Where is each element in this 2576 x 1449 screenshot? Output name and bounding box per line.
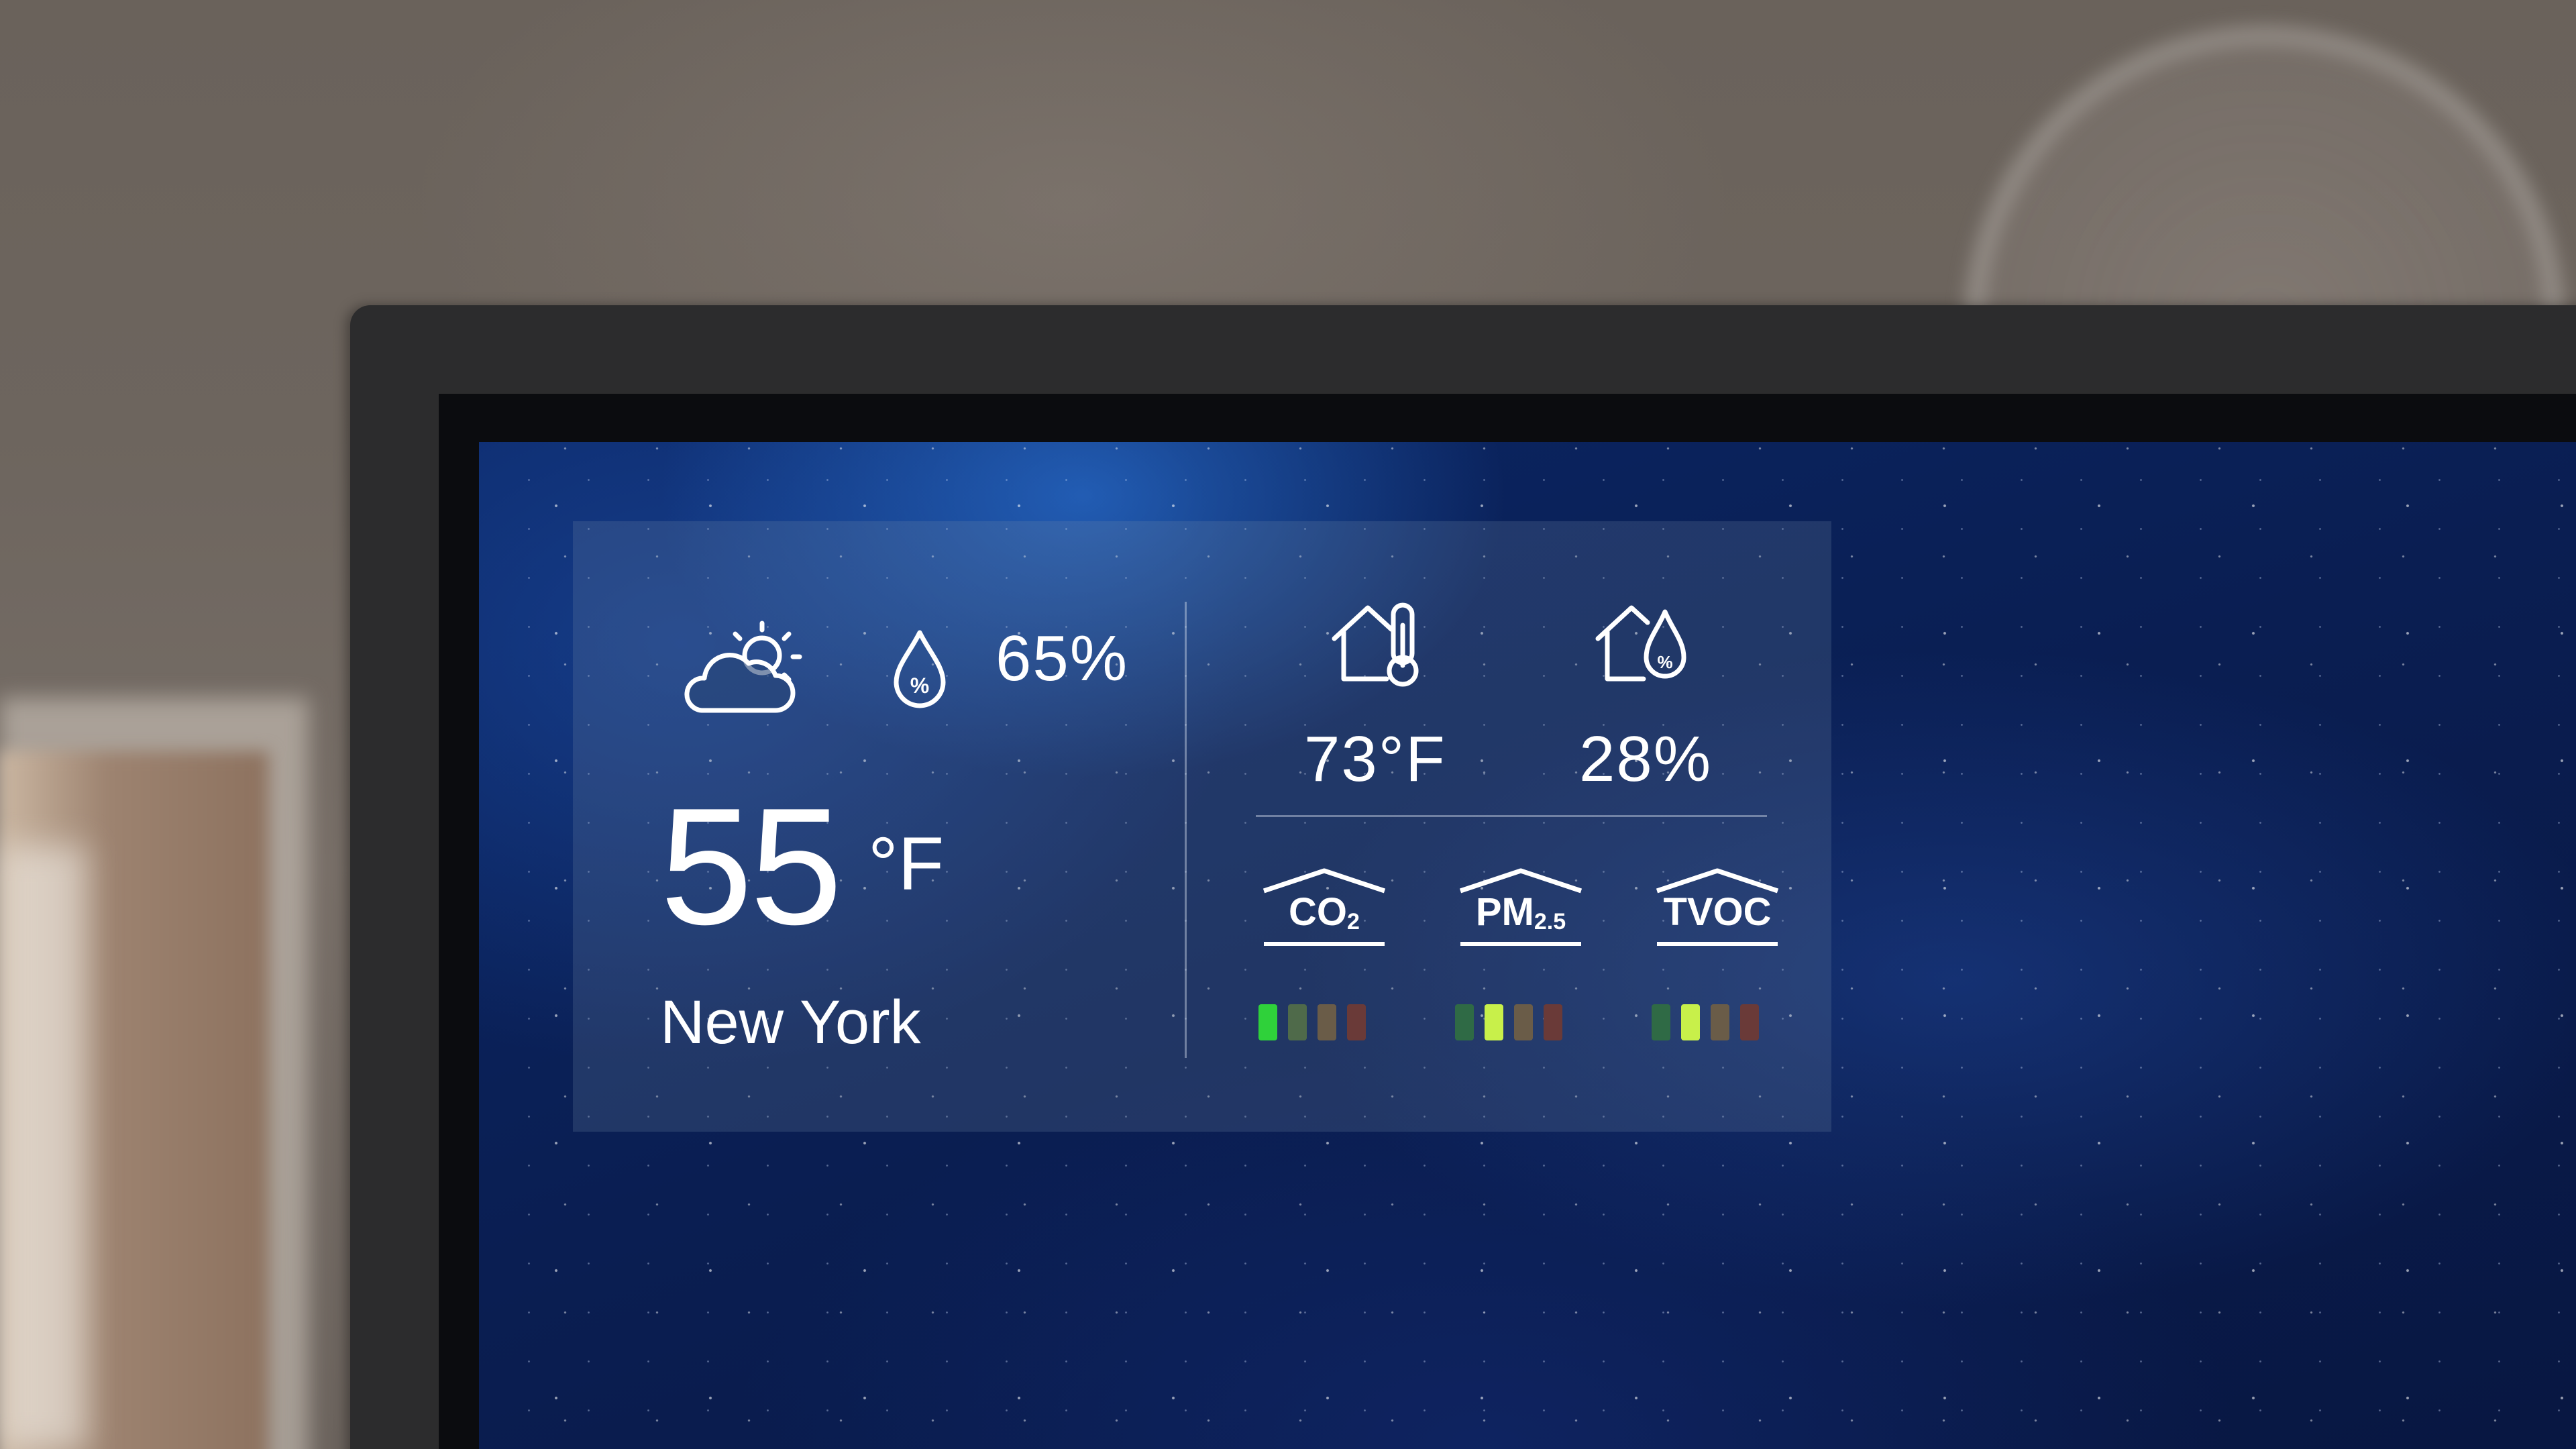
level-segment xyxy=(1652,1004,1670,1040)
level-segment xyxy=(1485,1004,1503,1040)
humidity-drop-icon: % xyxy=(894,630,946,708)
pm25-underline xyxy=(1460,942,1581,946)
co2-sensor: CO2 xyxy=(1257,867,1391,947)
level-segment xyxy=(1711,1004,1729,1040)
indoor-temperature-value: 73°F xyxy=(1304,723,1446,795)
indoor-humidity-value: 28% xyxy=(1579,723,1713,795)
outdoor-temperature-unit: °F xyxy=(868,822,945,906)
vertical-divider xyxy=(1185,602,1187,1058)
pm25-sensor: PM2.5 xyxy=(1454,867,1588,947)
level-segment xyxy=(1455,1004,1474,1040)
level-segment xyxy=(1347,1004,1366,1040)
level-segment xyxy=(1740,1004,1759,1040)
level-segment xyxy=(1288,1004,1307,1040)
co2-label: CO2 xyxy=(1289,890,1360,934)
tvoc-underline xyxy=(1657,942,1778,946)
pm25-level-meter xyxy=(1455,1004,1562,1040)
tvoc-sensor: TVOC xyxy=(1650,867,1784,947)
pm25-label: PM2.5 xyxy=(1475,890,1566,934)
level-segment xyxy=(1318,1004,1336,1040)
svg-text:%: % xyxy=(910,674,929,698)
partly-cloudy-icon xyxy=(684,621,802,713)
horizontal-divider xyxy=(1256,815,1767,817)
monitor-bezel: % 65% 55 °F New York % 73°F 28% CO2 PM2.… xyxy=(439,394,2576,1449)
monitor: % 65% 55 °F New York % 73°F 28% CO2 PM2.… xyxy=(350,305,2576,1449)
tvoc-level-meter xyxy=(1652,1004,1759,1040)
level-segment xyxy=(1544,1004,1562,1040)
home-humidity-icon: % xyxy=(1595,605,1686,682)
level-segment xyxy=(1258,1004,1277,1040)
screen: % 65% 55 °F New York % 73°F 28% CO2 PM2.… xyxy=(479,442,2576,1449)
outdoor-humidity-value: 65% xyxy=(996,623,1129,694)
level-segment xyxy=(1681,1004,1700,1040)
door-light xyxy=(0,845,87,1449)
outdoor-temperature-value: 55 xyxy=(660,773,843,959)
co2-underline xyxy=(1264,942,1385,946)
co2-level-meter xyxy=(1258,1004,1366,1040)
level-segment xyxy=(1514,1004,1533,1040)
svg-text:%: % xyxy=(1657,652,1672,672)
home-thermometer-icon xyxy=(1332,602,1419,687)
tvoc-label: TVOC xyxy=(1663,890,1772,934)
weather-widget[interactable]: % 65% 55 °F New York % 73°F 28% CO2 PM2.… xyxy=(573,521,1831,1132)
scene-background: % 65% 55 °F New York % 73°F 28% CO2 PM2.… xyxy=(0,0,2576,1449)
city-name: New York xyxy=(660,988,921,1057)
